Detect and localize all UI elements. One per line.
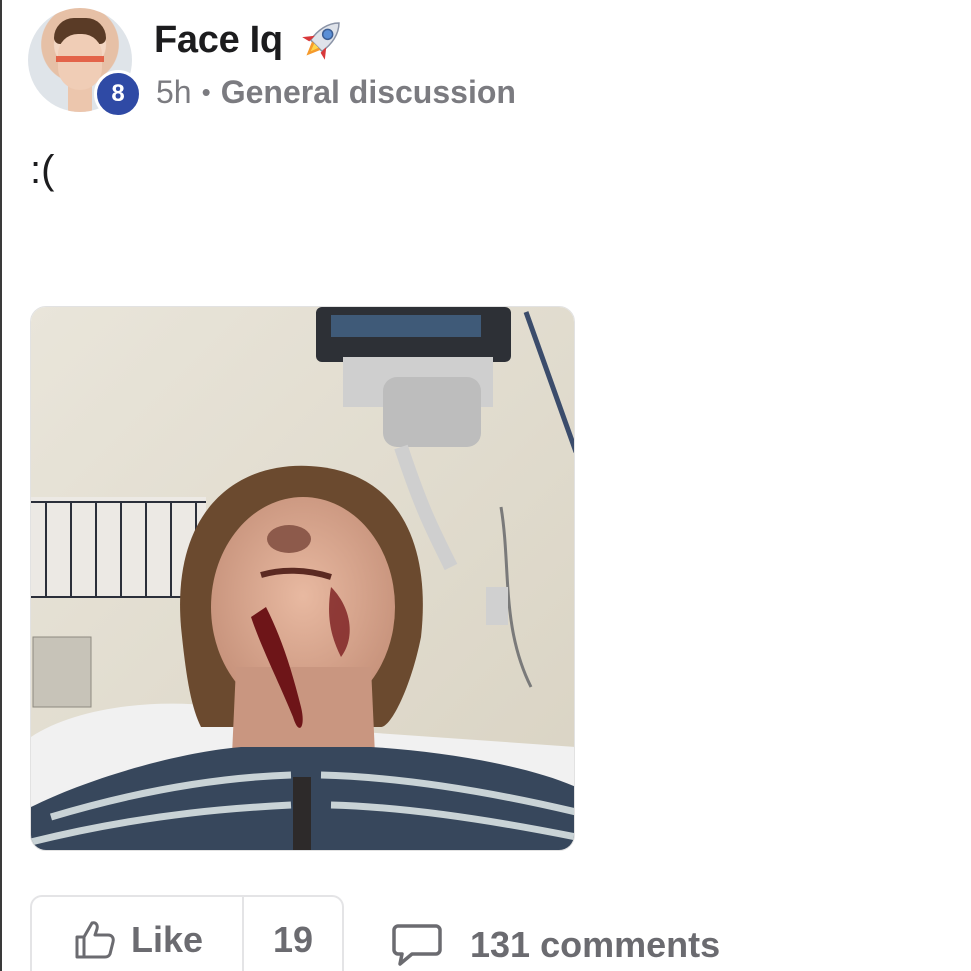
like-button[interactable]: Like	[32, 897, 244, 971]
author-avatar-wrapper[interactable]: 8	[28, 8, 142, 118]
rocket-icon	[302, 22, 340, 60]
post-meta: 5h • General discussion	[156, 74, 516, 111]
post-body-text: :(	[30, 148, 55, 192]
post-card: 8 Face Iq 5h • General discussion :(Lik…	[0, 0, 971, 971]
comments-label: 131 comments	[470, 924, 721, 965]
author-name[interactable]: Face Iq	[154, 19, 283, 62]
meta-separator: •	[201, 77, 211, 107]
like-box: Like 19	[30, 895, 344, 971]
avatar-overlay-line	[56, 56, 104, 62]
thumbs-up-icon	[75, 921, 115, 959]
like-label: Like	[130, 919, 204, 960]
avatar-face	[58, 34, 102, 90]
hospital-selfie-photo	[31, 307, 574, 850]
level-badge-count: 8	[111, 80, 125, 107]
comment-bubble-icon	[392, 924, 442, 966]
group-link[interactable]: General discussion	[221, 74, 516, 111]
post-time: 5h	[156, 74, 192, 110]
author-row: Face Iq	[154, 14, 349, 66]
post-photo[interactable]	[30, 306, 575, 851]
like-count[interactable]: 19	[244, 897, 342, 971]
comments-button[interactable]: 131 comments	[392, 922, 720, 968]
level-badge: 8	[94, 70, 142, 118]
